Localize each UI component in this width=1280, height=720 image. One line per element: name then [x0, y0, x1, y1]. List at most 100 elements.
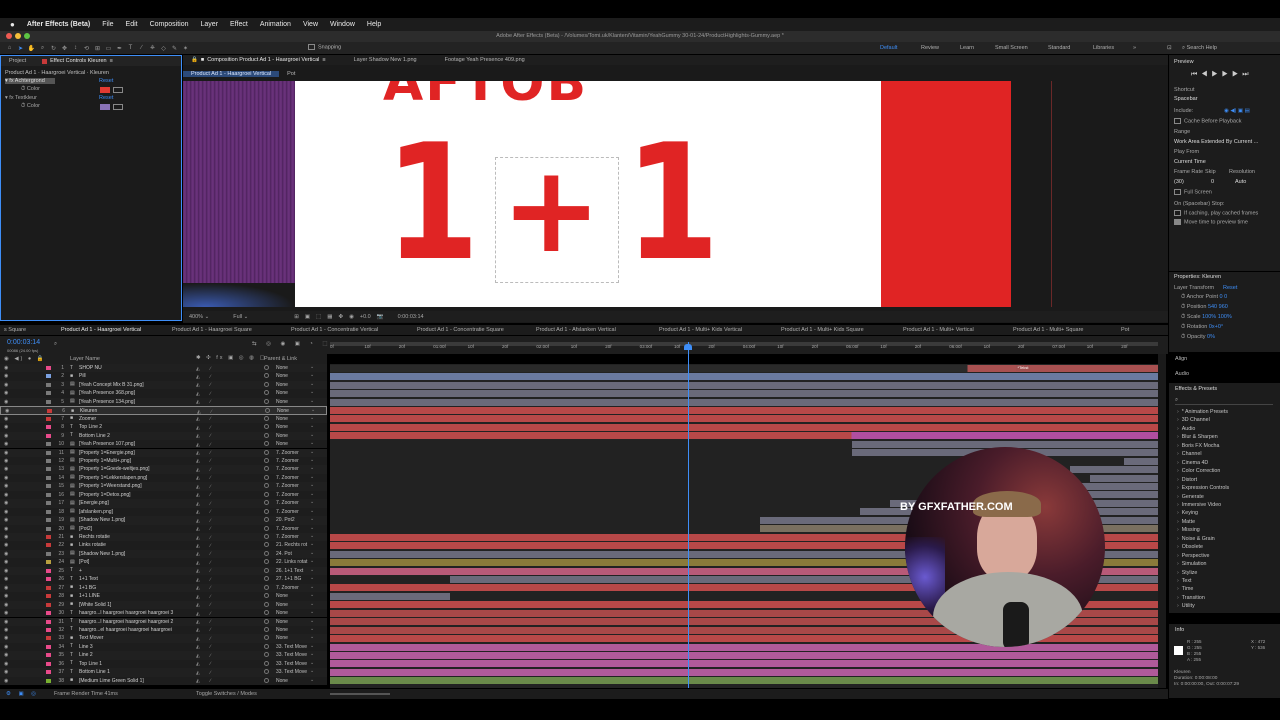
- shy-switch-icon[interactable]: ◭: [196, 670, 201, 676]
- parent-dropdown[interactable]: 22. Links rotat: [276, 559, 307, 565]
- effects-category[interactable]: Matte: [1177, 519, 1195, 525]
- comp-tab-2[interactable]: Product Ad 1 - Haargroei Square: [172, 327, 252, 333]
- parent-dropdown[interactable]: None: [276, 416, 288, 422]
- comp-tab-9[interactable]: Product Ad 1 - Multi+ Square: [1013, 327, 1083, 333]
- eye-icon[interactable]: ◉: [4, 635, 9, 641]
- quality-switch-icon[interactable]: ∕: [210, 636, 215, 642]
- shortcut-dropdown[interactable]: Spacebar: [1174, 96, 1270, 102]
- chevron-down-icon[interactable]: ⌄: [310, 626, 314, 632]
- eye-icon[interactable]: ◉: [4, 593, 9, 599]
- effects-category[interactable]: Simulation: [1177, 561, 1207, 567]
- layer-name[interactable]: [Shadow New 1.png]: [79, 551, 125, 557]
- label-color-swatch[interactable]: [46, 475, 51, 480]
- footer-icons[interactable]: ⚙ ▣ ◎: [6, 691, 39, 697]
- label-color-swatch[interactable]: [47, 409, 52, 414]
- layer-duration-bar[interactable]: [330, 432, 1158, 440]
- quality-switch-icon[interactable]: ∕: [210, 585, 215, 591]
- label-color-swatch[interactable]: [46, 416, 51, 421]
- eyedropper-icon-2[interactable]: [113, 104, 123, 110]
- shy-switch-icon[interactable]: ◭: [196, 467, 201, 473]
- label-color-swatch[interactable]: [46, 450, 51, 455]
- shy-switch-icon[interactable]: ◭: [196, 450, 201, 456]
- effects-category[interactable]: Expression Controls: [1177, 485, 1229, 491]
- chevron-down-icon[interactable]: ⌄: [310, 491, 314, 497]
- shy-switch-icon[interactable]: ◭: [196, 399, 201, 405]
- layer-name[interactable]: Rechts rotatie: [79, 534, 110, 540]
- layer-name[interactable]: [Yeah Presence 368.png]: [79, 390, 135, 396]
- layer-duration-bar[interactable]: [330, 381, 1158, 389]
- pickwhip-icon[interactable]: [264, 483, 269, 489]
- layer-duration-bar[interactable]: [330, 415, 1158, 423]
- chevron-down-icon[interactable]: ⌄: [310, 474, 314, 480]
- effects-category[interactable]: Color Correction: [1177, 468, 1221, 474]
- layer-row[interactable]: ◉ 17 ▤ [Energie.png] ◭ ∕ 7. Zoomer ⌄: [0, 499, 327, 508]
- parent-dropdown[interactable]: 7. Zoomer: [276, 526, 299, 532]
- eye-icon[interactable]: ◉: [4, 526, 9, 532]
- label-color-swatch[interactable]: [46, 518, 51, 523]
- layer-name[interactable]: [White Solid 1]: [79, 602, 111, 608]
- quality-switch-icon[interactable]: ∕: [210, 577, 215, 583]
- eye-icon[interactable]: ◉: [4, 365, 9, 371]
- comp-tab-6[interactable]: Product Ad 1 - Multi+ Kids Vertical: [659, 327, 742, 333]
- shy-switch-icon[interactable]: ◭: [196, 501, 201, 507]
- layer-name[interactable]: +: [79, 568, 82, 574]
- chevron-down-icon[interactable]: ⌄: [310, 364, 314, 370]
- pickwhip-icon[interactable]: [264, 610, 269, 616]
- parent-dropdown[interactable]: 33. Text Move: [276, 661, 307, 667]
- chevron-down-icon[interactable]: ⌄: [310, 609, 314, 615]
- quality-switch-icon[interactable]: ∕: [210, 450, 215, 456]
- layer-row[interactable]: ◉ 32 Thaargro...el haargroei haargroei haa…: [0, 625, 327, 635]
- eye-icon[interactable]: ◉: [4, 644, 9, 650]
- eye-icon[interactable]: ◉: [4, 576, 9, 582]
- effects-category[interactable]: Audio: [1177, 426, 1196, 432]
- hand-tool-icon[interactable]: ✋: [28, 45, 35, 52]
- layer-row[interactable]: ◉ 4 ▤ [Yeah Presence 368.png] ◭ ∕ None ⌄: [0, 389, 327, 398]
- quality-switch-icon[interactable]: ∕: [210, 433, 215, 439]
- label-color-swatch[interactable]: [46, 526, 51, 531]
- zoom-slider[interactable]: [330, 693, 390, 695]
- quality-switch-icon[interactable]: ∕: [210, 475, 215, 481]
- layer-row[interactable]: ◉ 24 ▤ [Pot] ◭ ∕ 22. Links rotat ⌄: [0, 558, 327, 567]
- zoom-tool-icon[interactable]: ⌕: [39, 45, 46, 52]
- layer-name[interactable]: Pill: [79, 373, 86, 379]
- effect-textkleur[interactable]: ▾ fx Textkleur: [5, 95, 37, 101]
- color-wheel-icon[interactable]: ◉: [349, 314, 354, 320]
- stop-option-2[interactable]: Move time to preview time: [1174, 219, 1248, 225]
- comp-tab-4[interactable]: Product Ad 1 - Concentratie Square: [417, 327, 504, 333]
- layer-name[interactable]: Line 3: [79, 644, 93, 650]
- parent-dropdown[interactable]: 20. Pot2: [276, 517, 295, 523]
- effects-category[interactable]: Utility: [1177, 603, 1195, 609]
- eye-icon[interactable]: ◉: [4, 483, 9, 489]
- shy-switch-icon[interactable]: ◭: [196, 391, 201, 397]
- label-color-swatch[interactable]: [46, 653, 51, 658]
- quality-switch-icon[interactable]: ∕: [210, 501, 215, 507]
- pickwhip-icon[interactable]: [264, 466, 269, 472]
- parent-dropdown[interactable]: 7. Zoomer: [276, 500, 299, 506]
- shy-switch-icon[interactable]: ◭: [196, 442, 201, 448]
- play-from-dropdown[interactable]: Current Time: [1174, 159, 1206, 165]
- workspace-review[interactable]: Review: [921, 45, 939, 51]
- pickwhip-icon[interactable]: [264, 441, 269, 447]
- playhead-handle[interactable]: [684, 344, 692, 350]
- playback-controls[interactable]: ⏮◀▶▶▶⏭: [1191, 71, 1253, 79]
- pickwhip-icon[interactable]: [264, 491, 269, 497]
- chevron-down-icon[interactable]: ⌄: [310, 601, 314, 607]
- quality-switch-icon[interactable]: ∕: [210, 670, 215, 676]
- comp-tab-1[interactable]: Product Ad 1 - Haargroei Vertical: [61, 327, 141, 333]
- parent-dropdown[interactable]: None: [276, 365, 288, 371]
- quality-switch-icon[interactable]: ∕: [210, 543, 215, 549]
- layer-name[interactable]: [afslanken.png]: [79, 509, 113, 515]
- shy-switch-icon[interactable]: ◭: [196, 611, 201, 617]
- parent-dropdown[interactable]: None: [276, 602, 288, 608]
- pickwhip-icon[interactable]: [264, 449, 269, 455]
- shy-switch-icon[interactable]: ◭: [196, 475, 201, 481]
- reset-link-1[interactable]: Reset: [99, 78, 113, 84]
- close-window-button[interactable]: [6, 33, 12, 39]
- toggle-switches-modes[interactable]: Toggle Switches / Modes: [196, 691, 257, 697]
- share-icon[interactable]: ⊡: [1167, 45, 1172, 51]
- pickwhip-icon[interactable]: [264, 432, 269, 438]
- viewer-timecode[interactable]: 0:00:03:14: [398, 314, 424, 320]
- shy-switch-icon[interactable]: ◭: [196, 594, 201, 600]
- comp-tab-10[interactable]: Pot: [1121, 327, 1129, 333]
- eye-icon[interactable]: ◉: [4, 619, 9, 625]
